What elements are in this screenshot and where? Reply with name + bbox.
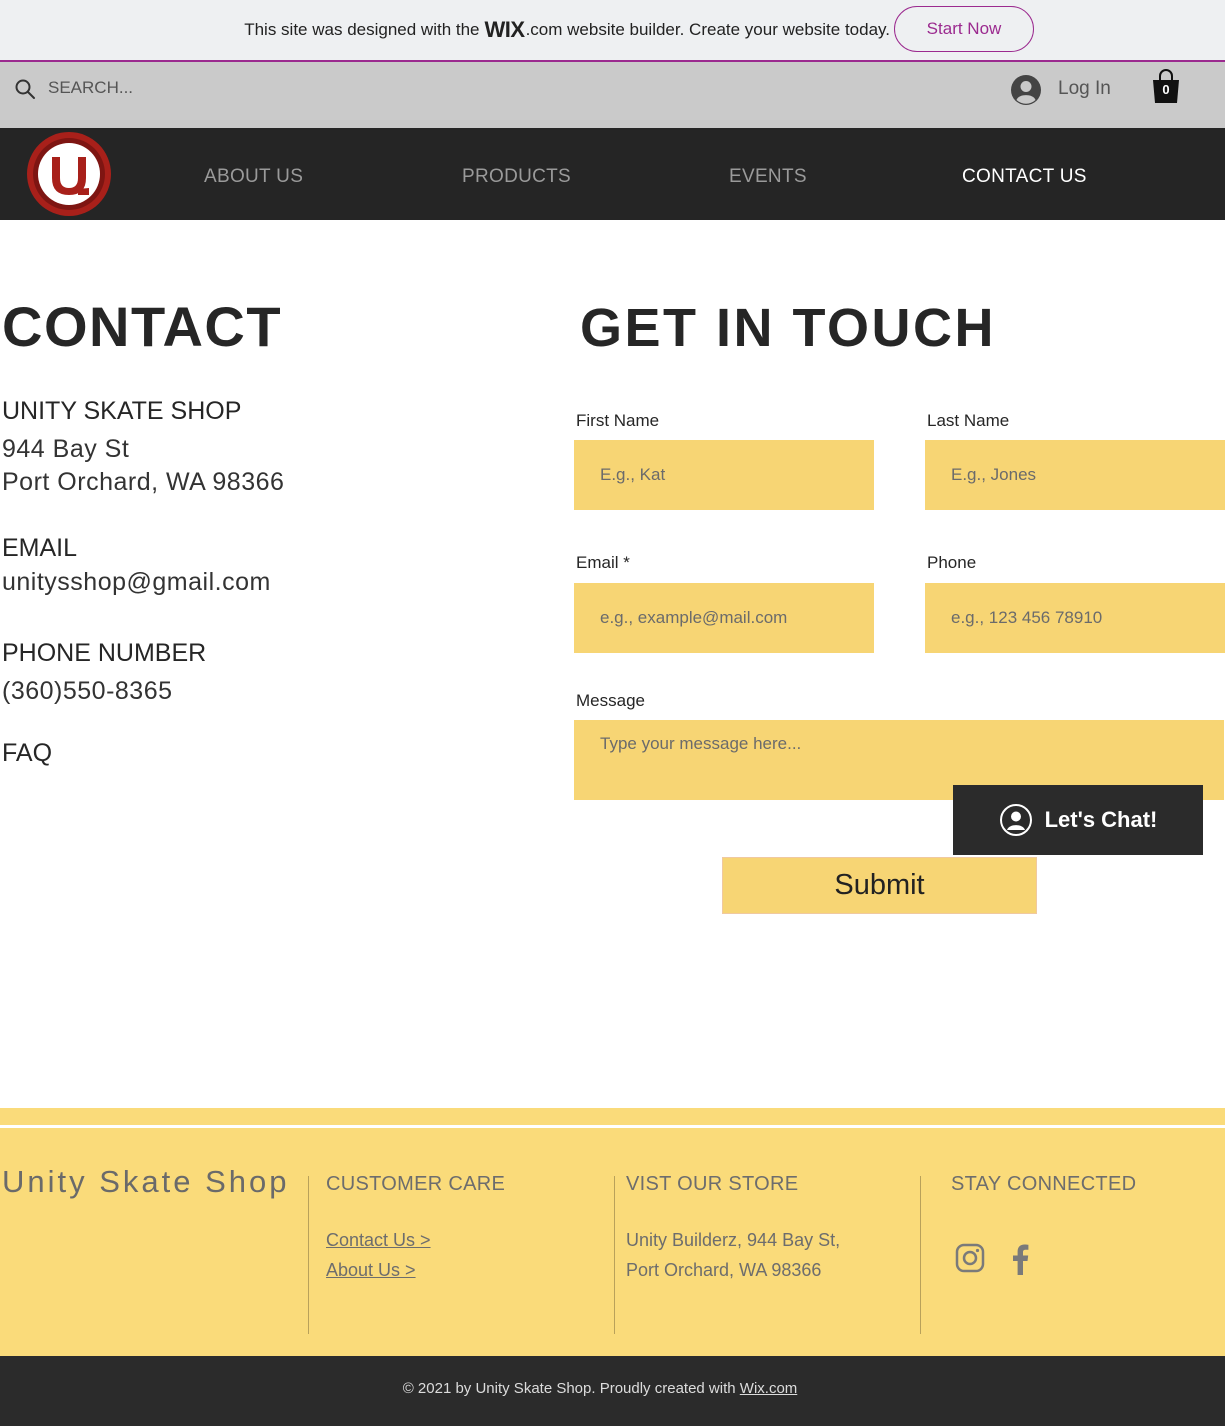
email-field-label: Email * [576,553,630,572]
search-icon[interactable] [14,78,36,100]
facebook-icon[interactable] [1008,1243,1032,1275]
nav-contact-us[interactable]: CONTACT US [962,166,1087,188]
cart-count: 0 [1162,82,1170,97]
customer-care-title: CUSTOMER CARE [326,1173,506,1195]
unity-logo[interactable] [26,131,112,217]
footer-divider [920,1176,921,1334]
start-now-button[interactable]: Start Now [894,6,1034,52]
copyright-text: © 2021 by Unity Skate Shop. Proudly crea… [402,1380,740,1397]
address-line2: Port Orchard, WA 98366 [2,468,285,496]
wix-banner-text-after: .com website builder. Create your websit… [525,20,890,39]
first-name-label: First Name [576,411,660,430]
chat-label: Let's Chat! [1044,807,1158,832]
footer-about-link[interactable]: About Us > [326,1260,416,1281]
phone-field-label: Phone [927,553,977,572]
nav-about-us[interactable]: ABOUT US [204,166,303,188]
email-field[interactable] [574,583,874,653]
footer [0,1128,1225,1356]
contact-heading: CONTACT [2,295,283,358]
last-name-field[interactable] [925,440,1225,510]
submit-button[interactable]: Submit [722,857,1037,914]
store-address-line2: Port Orchard, WA 98366 [626,1260,822,1280]
footer-divider [614,1176,615,1334]
chat-button[interactable]: Let's Chat! [953,785,1203,855]
wix-banner-text: This site was designed with the WIX .com… [0,0,890,60]
search-input[interactable] [48,74,348,102]
phone-field[interactable] [925,583,1225,653]
visit-store-title: VIST OUR STORE [626,1173,799,1195]
last-name-label: Last Name [927,411,1010,430]
phone-number[interactable]: (360)550-8365 [2,677,173,706]
wix-logo: WIX [484,17,526,42]
email-label: EMAIL [2,534,78,562]
cart-icon[interactable]: 0 [1150,68,1182,104]
avatar-icon[interactable] [1010,74,1042,106]
shop-name: UNITY SKATE SHOP [2,397,242,425]
wix-banner-text-before: This site was designed with the [244,20,480,39]
footer-divider [308,1176,309,1334]
first-name-field[interactable] [574,440,874,510]
wix-link[interactable]: Wix.com [740,1380,798,1397]
store-address-line1: Unity Builderz, 944 Bay St, [626,1230,841,1250]
footer-top-strip [0,1108,1225,1125]
nav-events[interactable]: EVENTS [729,166,807,188]
instagram-icon[interactable] [955,1243,985,1273]
footer-contact-link[interactable]: Contact Us > [326,1230,431,1251]
copyright: © 2021 by Unity Skate Shop. Proudly crea… [0,1380,1200,1397]
footer-brand: Unity Skate Shop [2,1164,290,1199]
faq-link[interactable]: FAQ [2,739,52,768]
address-line1: 944 Bay St [2,435,130,463]
nav-products[interactable]: PRODUCTS [462,166,571,188]
message-label: Message [576,691,645,710]
login-link[interactable]: Log In [1058,78,1111,100]
stay-connected-title: STAY CONNECTED [951,1173,1137,1195]
email-address[interactable]: unitysshop@gmail.com [2,568,271,597]
get-in-touch-heading: GET IN TOUCH [580,298,997,358]
phone-label: PHONE NUMBER [2,639,207,667]
chat-avatar-icon [999,804,1032,836]
